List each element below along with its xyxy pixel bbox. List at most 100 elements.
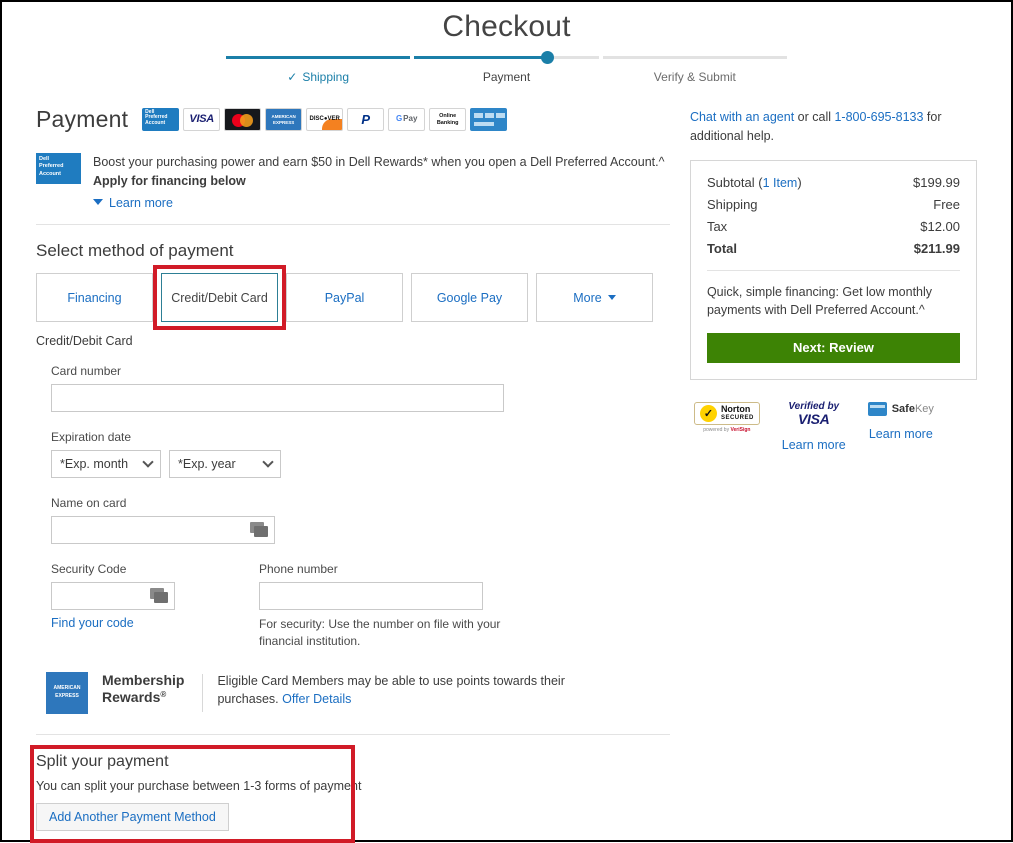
visa-icon: VISA xyxy=(183,108,221,131)
membership-rewards-note: Eligible Card Members may be able to use… xyxy=(217,673,565,706)
paypal-icon: P xyxy=(347,108,385,131)
summary-label-total: Total xyxy=(706,240,738,256)
add-another-payment-method-button[interactable]: Add Another Payment Method xyxy=(36,802,229,831)
step-dot-payment xyxy=(541,51,555,64)
summary-row-total: Total $211.99 xyxy=(707,241,960,256)
summary-label-tax: Tax xyxy=(706,218,728,234)
step-shipping[interactable]: ✓ Shipping xyxy=(224,56,412,84)
google-pay-icon: G Pay xyxy=(388,108,426,131)
item-count-link[interactable]: 1 Item xyxy=(763,176,798,190)
summary-label-shipping: Shipping xyxy=(706,196,758,212)
trust-badges: ✓ Norton SECURED powered by VeriSign Veri… xyxy=(690,400,977,453)
divider xyxy=(36,224,670,226)
card-number-label: Card number xyxy=(51,364,122,379)
payment-heading-row: Payment Dell Preferred Account VISA AMERIC… xyxy=(36,106,670,133)
financing-banner: Dell Preferred Account Boost your purchasi… xyxy=(36,153,670,210)
security-code-group: Security Code Find your code xyxy=(51,562,175,650)
chevron-down-icon xyxy=(262,456,274,468)
credit-card-icon xyxy=(250,522,268,538)
find-your-code-link[interactable]: Find your code xyxy=(51,616,134,630)
page-title: Checkout xyxy=(442,10,571,43)
american-express-icon: AMERICAN EXPRESS xyxy=(265,108,303,131)
step-label-shipping: ✓ Shipping xyxy=(287,70,350,84)
exp-year-select[interactable]: *Exp. year xyxy=(169,450,281,479)
selected-method-label: Credit/Debit Card xyxy=(36,334,133,349)
name-on-card-input[interactable] xyxy=(51,516,275,545)
american-express-icon: AMERICAN EXPRESS xyxy=(46,671,88,714)
online-banking-icon: Online Banking xyxy=(429,108,467,131)
split-payment-description: You can split your purchase between 1-3 … xyxy=(36,778,362,793)
step-bar-verify xyxy=(602,56,787,59)
summary-row-tax: Tax $12.00 xyxy=(707,219,960,234)
norton-secured-icon: ✓ Norton SECURED xyxy=(693,401,760,425)
order-summary-card: Subtotal (1 Item) $199.99 Shipping Free … xyxy=(689,159,977,380)
step-label-payment: Payment xyxy=(482,70,531,84)
split-payment-section: Split your payment You can split your pu… xyxy=(30,744,670,843)
financing-bold-line: Apply for financing below xyxy=(93,174,246,189)
phone-number-group: Phone number For security: Use the numbe… xyxy=(259,562,544,650)
security-code-input[interactable] xyxy=(51,582,175,611)
checkout-page: Checkout ✓ Shipping Payment Verify & Subm… xyxy=(0,0,1013,843)
tab-financing[interactable]: Financing xyxy=(36,273,153,323)
vertical-divider xyxy=(202,673,204,712)
membership-rewards-title: Membership Rewards® xyxy=(102,671,185,706)
tab-google-pay[interactable]: Google Pay xyxy=(411,273,528,323)
phone-number-label: Phone number xyxy=(259,562,338,577)
step-payment[interactable]: Payment xyxy=(412,51,600,84)
select-method-title: Select method of payment xyxy=(36,241,234,261)
summary-row-subtotal: Subtotal (1 Item) $199.99 xyxy=(706,174,960,190)
tab-credit-debit-card[interactable]: Credit/Debit Card xyxy=(161,273,278,323)
expiration-group: Expiration date *Exp. month *Exp. year xyxy=(51,430,670,479)
mastercard-icon xyxy=(224,108,262,131)
checkmark-icon: ✓ xyxy=(699,404,717,422)
divider xyxy=(706,269,960,271)
norton-secured-badge: ✓ Norton SECURED powered by VeriSign xyxy=(693,401,760,453)
summary-value-shipping: Free xyxy=(933,196,960,212)
verified-by-visa-learn-more-link[interactable]: Learn more xyxy=(782,437,846,453)
exp-month-select[interactable]: *Exp. month xyxy=(51,450,161,479)
safekey-learn-more-link[interactable]: Learn more xyxy=(868,426,934,442)
security-code-label: Security Code xyxy=(51,562,127,577)
step-bar-payment xyxy=(414,51,599,64)
phone-number-input[interactable] xyxy=(259,582,483,611)
tab-paypal[interactable]: PayPal xyxy=(286,273,403,323)
card-number-input[interactable] xyxy=(51,384,504,413)
order-summary-column: Chat with an agent or call 1-800-695-813… xyxy=(689,106,977,831)
divider xyxy=(36,733,670,735)
safekey-icon: SafeKey xyxy=(867,401,934,416)
summary-value-tax: $12.00 xyxy=(920,218,960,234)
tab-more[interactable]: More xyxy=(536,273,653,323)
progress-stepper: ✓ Shipping Payment Verify & Submit xyxy=(224,51,789,84)
verified-by-visa-icon: Verified by VISA xyxy=(788,400,840,428)
verisign-text: powered by VeriSign xyxy=(703,426,751,433)
phone-helper-text: For security: Use the number on file wit… xyxy=(259,617,501,649)
name-on-card-group: Name on card xyxy=(51,496,670,545)
next-review-button[interactable]: Next: Review xyxy=(706,332,960,363)
gift-card-icon xyxy=(470,108,508,131)
step-verify-submit[interactable]: Verify & Submit xyxy=(601,56,789,84)
step-bar-shipping xyxy=(226,56,411,59)
card-number-group: Card number xyxy=(51,364,670,413)
dell-preferred-account-badge-icon: Dell Preferred Account xyxy=(36,153,81,184)
summary-value-subtotal: $199.99 xyxy=(913,174,960,190)
offer-details-link[interactable]: Offer Details xyxy=(282,692,351,706)
accepted-payment-logos: Dell Preferred Account VISA AMERICAN EXPRES… xyxy=(142,108,508,131)
verified-by-visa-badge: Verified by VISA Learn more xyxy=(782,400,846,453)
dell-preferred-account-icon: Dell Preferred Account xyxy=(142,108,180,131)
split-payment-title: Split your payment xyxy=(36,752,169,770)
check-icon: ✓ xyxy=(287,70,298,84)
chevron-down-icon xyxy=(93,199,103,206)
chevron-down-icon xyxy=(607,295,616,301)
payment-column: Payment Dell Preferred Account VISA AMERIC… xyxy=(30,106,670,843)
chat-with-agent-link[interactable]: Chat with an agent xyxy=(690,110,794,124)
chevron-down-icon xyxy=(142,456,154,468)
learn-more-toggle[interactable]: Learn more xyxy=(93,196,664,210)
credit-card-icon xyxy=(150,588,168,604)
page-header: Checkout ✓ Shipping Payment Verify & Subm… xyxy=(2,2,1011,84)
credit-card-form: Card number Expiration date *Exp. month … xyxy=(36,364,670,650)
discover-icon: DISC●VER xyxy=(306,108,344,131)
expiration-label: Expiration date xyxy=(51,430,132,445)
name-on-card-label: Name on card xyxy=(51,496,127,511)
phone-number-link[interactable]: 1-800-695-8133 xyxy=(834,110,923,124)
summary-value-total: $211.99 xyxy=(913,240,960,256)
